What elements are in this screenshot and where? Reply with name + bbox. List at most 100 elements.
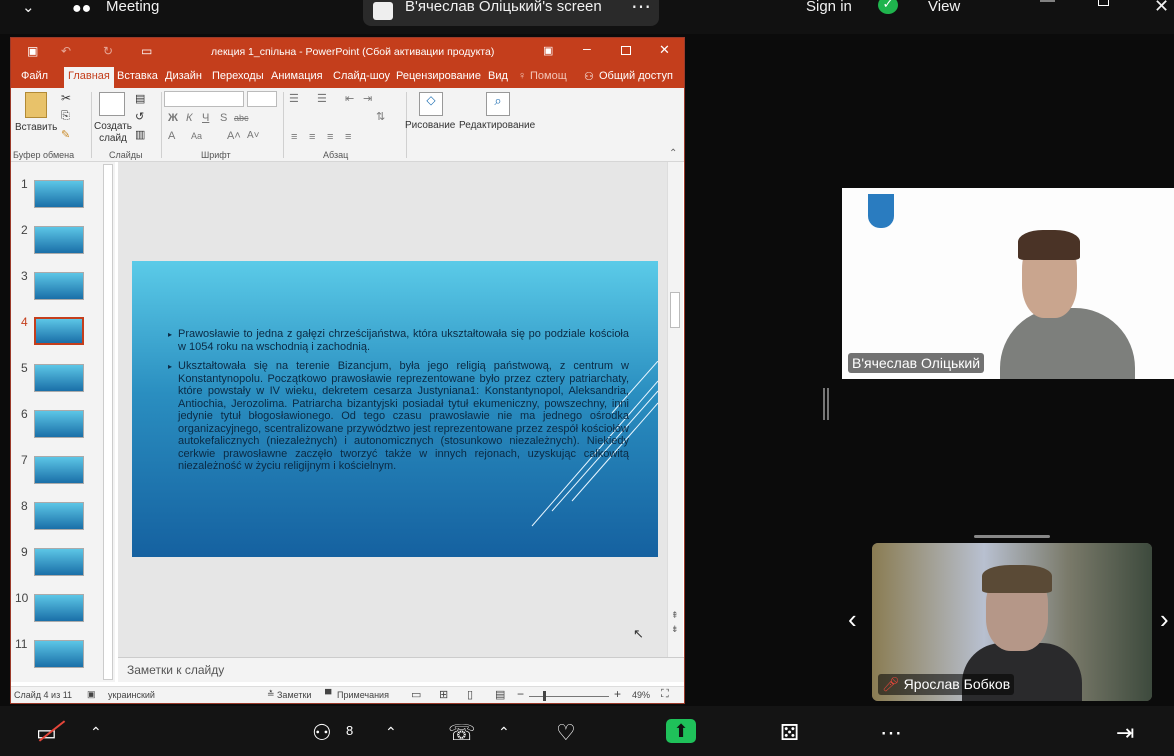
undo-icon[interactable]: ↶ <box>61 44 71 58</box>
participants-icon[interactable]: ⚇ <box>312 720 332 746</box>
slide-thumbnail[interactable] <box>34 640 84 668</box>
current-slide[interactable]: ▸ Prawosławie to jedna z gałęzi chrześci… <box>132 261 658 557</box>
slide-thumbnail[interactable] <box>34 226 84 254</box>
search-icon[interactable]: ⌕ <box>486 92 510 116</box>
align-left-icon[interactable]: ≡ <box>291 131 297 143</box>
normal-view-icon[interactable]: ▭ <box>411 688 421 701</box>
tab-review[interactable]: Рецензирование <box>396 70 481 82</box>
maximize-icon[interactable] <box>621 46 631 55</box>
slide-thumbnail[interactable] <box>34 548 84 576</box>
slide-thumbnail[interactable] <box>34 272 84 300</box>
video-drag-handle[interactable] <box>974 535 1050 538</box>
security-check-icon[interactable]: ✓ <box>878 0 898 14</box>
more-icon[interactable]: ⋯ <box>880 720 902 746</box>
slide-sorter-icon[interactable]: ⊞ <box>439 688 448 701</box>
slide-thumbnail[interactable] <box>34 364 84 392</box>
close-icon[interactable]: ✕ <box>1154 0 1169 17</box>
font-size-input[interactable] <box>247 91 277 107</box>
spellcheck-icon[interactable]: ▣ <box>87 689 96 700</box>
prev-slide-icon[interactable]: ⇞ <box>671 610 679 621</box>
slide-thumbnail-selected[interactable] <box>34 317 84 345</box>
notes-button[interactable]: Заметки <box>277 690 311 700</box>
zoom-in-icon[interactable]: + <box>614 687 621 701</box>
tab-help[interactable]: Помощ <box>530 70 567 82</box>
increase-font-icon[interactable]: A˄ <box>227 130 241 142</box>
slide-thumbnail[interactable] <box>34 502 84 530</box>
more-icon[interactable]: ⋯ <box>631 0 651 19</box>
font-name-input[interactable] <box>164 91 244 107</box>
zoom-percent[interactable]: 49% <box>632 690 650 700</box>
language-indicator[interactable]: украинский <box>108 690 155 700</box>
meeting-label[interactable]: Meeting <box>106 0 159 15</box>
reading-view-icon[interactable]: ▯ <box>467 688 473 701</box>
maximize-icon[interactable] <box>1098 0 1109 6</box>
editing-button[interactable]: Редактирование <box>459 120 535 131</box>
slide-thumbnail[interactable] <box>34 594 84 622</box>
chevron-up-icon[interactable]: ⌃ <box>498 724 510 741</box>
tab-slideshow[interactable]: Слайд-шоу <box>333 70 390 82</box>
new-slide-button[interactable]: Создать слайд <box>93 121 133 145</box>
layout-icon[interactable]: ▤ <box>135 92 145 105</box>
fit-slide-icon[interactable]: ⛶ <box>661 688 669 701</box>
drawing-icon[interactable]: ◇ <box>419 92 443 116</box>
next-slide-icon[interactable]: ⇟ <box>671 624 679 635</box>
tab-home[interactable]: Главная <box>64 67 114 88</box>
sign-in-link[interactable]: Sign in <box>806 0 852 15</box>
scroll-thumb[interactable] <box>670 292 680 328</box>
justify-icon[interactable]: ≡ <box>345 131 351 143</box>
chevron-left-icon[interactable]: ‹ <box>848 604 857 635</box>
shadow-icon[interactable]: S <box>220 112 227 124</box>
cut-icon[interactable]: ✂ <box>61 91 71 105</box>
tab-view[interactable]: Вид <box>488 70 508 82</box>
minimize-icon[interactable]: – <box>583 40 591 56</box>
drawing-button[interactable]: Рисование <box>405 120 455 131</box>
comments-button[interactable]: Примечания <box>337 690 389 700</box>
slide-thumbnail[interactable] <box>34 456 84 484</box>
tab-transitions[interactable]: Переходы <box>212 70 264 82</box>
strikethrough-icon[interactable]: abc <box>234 113 249 123</box>
zoom-slider[interactable] <box>529 696 609 697</box>
notes-pane[interactable]: Заметки к слайду <box>118 657 684 682</box>
italic-icon[interactable]: К <box>186 112 192 124</box>
new-slide-icon[interactable] <box>99 92 125 116</box>
slideshow-icon[interactable]: ▭ <box>141 44 152 58</box>
panel-resize-handle[interactable] <box>827 388 829 420</box>
minimize-icon[interactable]: — <box>1040 0 1055 9</box>
slideshow-icon[interactable]: ▤ <box>495 688 505 701</box>
panel-resize-handle[interactable] <box>823 388 825 420</box>
paste-button[interactable]: Вставить <box>15 122 57 133</box>
save-icon[interactable]: ▣ <box>27 44 38 58</box>
increase-indent-icon[interactable]: ⇥ <box>363 92 372 105</box>
tab-file[interactable]: Файл <box>21 70 48 82</box>
align-center-icon[interactable]: ≡ <box>309 131 315 143</box>
chevron-right-icon[interactable]: › <box>1160 604 1169 635</box>
change-case-icon[interactable]: Aa <box>191 131 202 141</box>
decrease-indent-icon[interactable]: ⇤ <box>345 92 354 105</box>
chevron-up-icon[interactable]: ⌃ <box>385 724 397 741</box>
zoom-out-icon[interactable]: − <box>517 687 524 701</box>
underline-icon[interactable]: Ч <box>202 112 209 124</box>
redo-icon[interactable]: ↻ <box>103 44 113 58</box>
collapse-ribbon-icon[interactable]: ⌃ <box>669 148 677 159</box>
chevron-down-icon[interactable]: ⌄ <box>22 0 35 16</box>
ribbon-display-icon[interactable]: ▣ <box>543 44 553 57</box>
participant-video-2[interactable]: 🎤︎ Ярослав Бобков <box>872 543 1152 701</box>
decrease-font-icon[interactable]: A˅ <box>247 130 260 141</box>
zoom-slider-thumb[interactable] <box>543 691 546 701</box>
apps-icon[interactable]: ⚄ <box>780 720 799 746</box>
bullets-icon[interactable]: ☰ <box>289 92 299 105</box>
share-screen-icon[interactable]: ⬆ <box>666 719 696 743</box>
leave-icon[interactable]: ⇥ <box>1116 720 1134 746</box>
thumb-scrollbar[interactable] <box>103 164 113 680</box>
align-right-icon[interactable]: ≡ <box>327 131 333 143</box>
close-icon[interactable]: ✕ <box>659 42 670 58</box>
chat-icon[interactable]: ☏ <box>448 720 476 746</box>
share-indicator[interactable]: В'ячеслав Оліцький's screen ⋯ <box>363 0 659 26</box>
slide-thumbnail[interactable] <box>34 180 84 208</box>
tab-design[interactable]: Дизайн <box>165 70 202 82</box>
copy-icon[interactable]: ⎘ <box>61 110 70 123</box>
text-direction-icon[interactable]: ⇅ <box>376 110 385 123</box>
format-painter-icon[interactable]: ✎ <box>61 128 70 141</box>
slide-thumbnail[interactable] <box>34 410 84 438</box>
bold-icon[interactable]: Ж <box>168 112 178 124</box>
